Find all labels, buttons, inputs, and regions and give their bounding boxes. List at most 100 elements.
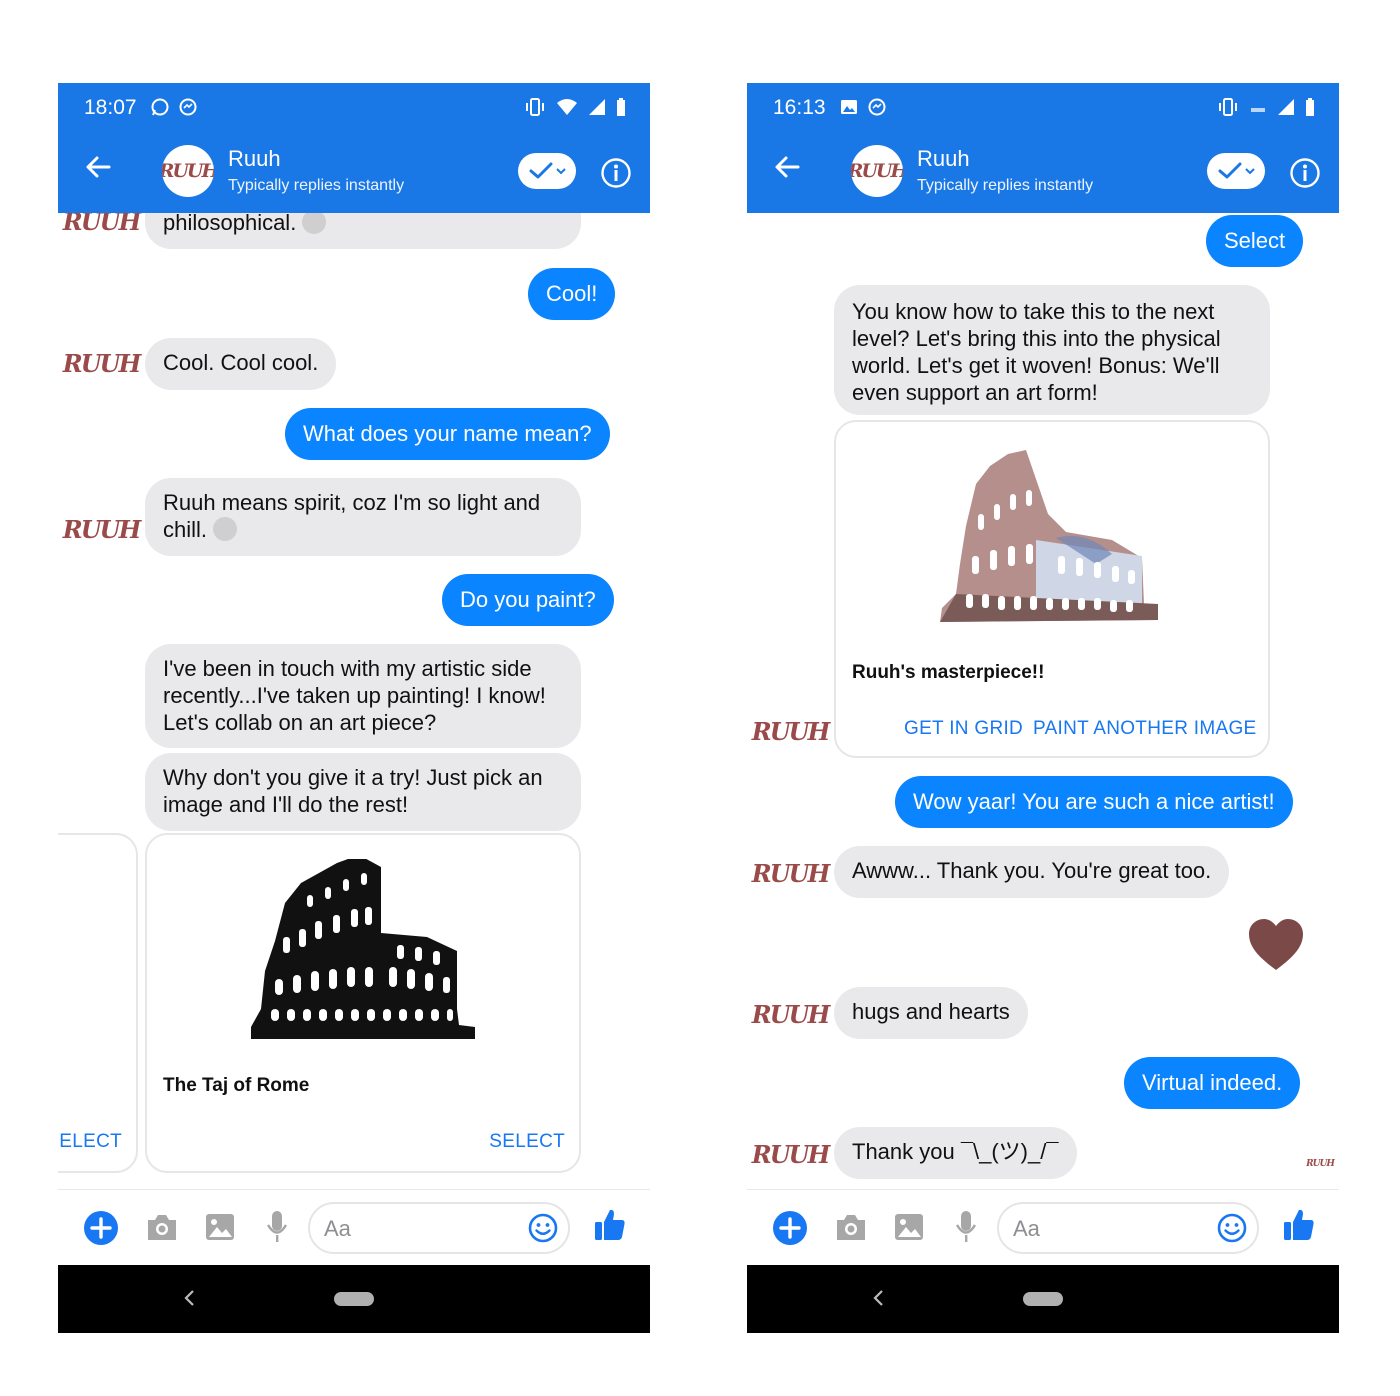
carousel-card-previous[interactable]: SELECT [58,833,138,1173]
bot-avatar: RUUH [752,996,830,1032]
info-icon[interactable] [1289,157,1321,189]
select-button[interactable]: SELECT [489,1131,565,1153]
bot-message: hugs and hearts [834,987,1028,1039]
wifi-icon [557,99,577,115]
image-notification-icon [841,100,857,114]
user-message: Virtual indeed. [1124,1057,1301,1109]
android-nav-bar [58,1265,650,1333]
message-input[interactable]: Aa [997,1202,1259,1254]
messenger-notification-icon [868,98,886,116]
microphone-icon[interactable] [266,1210,288,1244]
thumbs-up-icon[interactable] [1283,1208,1315,1242]
phone-screenshot-left: 18:07 RUUH Ruuh Typically replies instan… [58,83,650,1333]
back-arrow-icon[interactable] [773,153,801,181]
chat-header: RUUH Ruuh Typically replies instantly [747,131,1339,213]
messenger-notification-icon [179,98,197,116]
user-message: Select [1206,215,1304,267]
microphone-icon[interactable] [955,1210,977,1244]
bot-message: You know how to take this to the next le… [834,285,1270,415]
camera-icon[interactable] [835,1212,867,1242]
vibrate-icon [1219,98,1237,116]
android-nav-bar [747,1265,1339,1333]
checkmark-icon [529,162,552,179]
bot-avatar: RUUH [752,713,830,749]
thumbs-up-icon[interactable] [594,1208,626,1242]
network-4g-icon [1251,108,1265,112]
face-emoji-icon [302,213,327,234]
ruuh-logo: RUUH [851,160,903,182]
nav-back-icon[interactable] [871,1285,885,1311]
battery-icon [1306,98,1314,116]
card-title: Ruuh's masterpiece!! [852,662,1045,683]
status-time: 16:13 [773,96,826,119]
emoji-smile-icon[interactable] [1217,1213,1247,1243]
gallery-icon[interactable] [894,1212,924,1242]
nav-home-pill[interactable] [334,1292,374,1306]
chevron-down-icon [1244,168,1255,175]
contact-status: Typically replies instantly [917,177,1094,194]
contact-name[interactable]: Ruuh [228,146,281,172]
bot-message: philosophical. [145,213,581,249]
info-icon[interactable] [600,157,632,189]
camera-icon[interactable] [146,1212,178,1242]
message-text: philosophical. [163,213,297,235]
ruuh-logo: RUUH [751,716,830,746]
read-receipt-avatar: RUUH [1306,1157,1335,1171]
input-placeholder: Aa [324,1216,351,1241]
bot-avatar: RUUH [752,855,830,891]
message-list[interactable]: RUUH philosophical. Cool! RUUH Cool. Coo… [58,213,650,1189]
ruuh-logo: RUUH [62,514,141,544]
status-bar: 16:13 [747,83,1339,131]
heart-reaction-icon [1249,919,1303,970]
bot-message: Awww... Thank you. You're great too. [834,846,1230,898]
paint-another-image-button[interactable]: PAINT ANOTHER IMAGE [1033,718,1257,740]
bot-message: Thank you ¯\_(ツ)_/¯ [834,1127,1077,1179]
ruuh-logo: RUUH [162,160,214,182]
input-placeholder: Aa [1013,1216,1040,1241]
colosseum-silhouette-image [251,859,475,1039]
signal-icon [589,99,605,115]
bot-message: Why don't you give it a try! Just pick a… [145,753,581,831]
select-button[interactable]: SELECT [58,1131,122,1153]
bot-message: I've been in touch with my artistic side… [145,644,581,748]
phone-screenshot-right: 16:13 RUUH Ruuh Typically replies instan… [747,83,1339,1333]
user-message: What does your name mean? [285,408,610,460]
message-list[interactable]: Select You know how to take this to the … [747,213,1339,1189]
battery-icon [617,98,625,116]
ruuh-logo: RUUH [62,348,141,378]
get-in-grid-button[interactable]: GET IN GRID [904,718,1023,740]
composer-bar: Aa [58,1189,650,1266]
vibrate-icon [526,98,544,116]
plus-circle-icon[interactable] [83,1210,119,1246]
check-dropdown-button[interactable] [518,153,576,189]
bot-avatar: RUUH [63,345,141,381]
masterpiece-card[interactable]: Ruuh's masterpiece!! GET IN GRID PAINT A… [834,420,1270,758]
bot-avatar: RUUH [752,1136,830,1172]
user-message: Wow yaar! You are such a nice artist! [895,776,1293,828]
bot-avatar: RUUH [63,213,141,239]
ruuh-logo: RUUH [751,858,830,888]
check-dropdown-button[interactable] [1207,153,1265,189]
smile-emoji-icon [213,517,238,541]
plus-circle-icon[interactable] [772,1210,808,1246]
contact-name[interactable]: Ruuh [917,146,970,172]
ruuh-logo: RUUH [751,999,830,1029]
nav-home-pill[interactable] [1023,1292,1063,1306]
user-message: Do you paint? [442,574,614,626]
contact-status: Typically replies instantly [228,177,405,194]
signal-icon [1278,99,1294,115]
nav-back-icon[interactable] [182,1285,196,1311]
ruuh-logo: RUUH [62,213,141,236]
back-arrow-icon[interactable] [84,153,112,181]
whatsapp-notification-icon [151,98,169,116]
gallery-icon[interactable] [205,1212,235,1242]
contact-avatar[interactable]: RUUH [162,145,214,197]
contact-avatar[interactable]: RUUH [851,145,903,197]
ruuh-logo: RUUH [751,1139,830,1169]
chevron-down-icon [555,168,566,175]
carousel-card[interactable]: The Taj of Rome SELECT [145,833,581,1173]
status-bar: 18:07 [58,83,650,131]
message-input[interactable]: Aa [308,1202,570,1254]
emoji-smile-icon[interactable] [528,1213,558,1243]
bot-message: Ruuh means spirit, coz I'm so light and … [145,478,581,556]
